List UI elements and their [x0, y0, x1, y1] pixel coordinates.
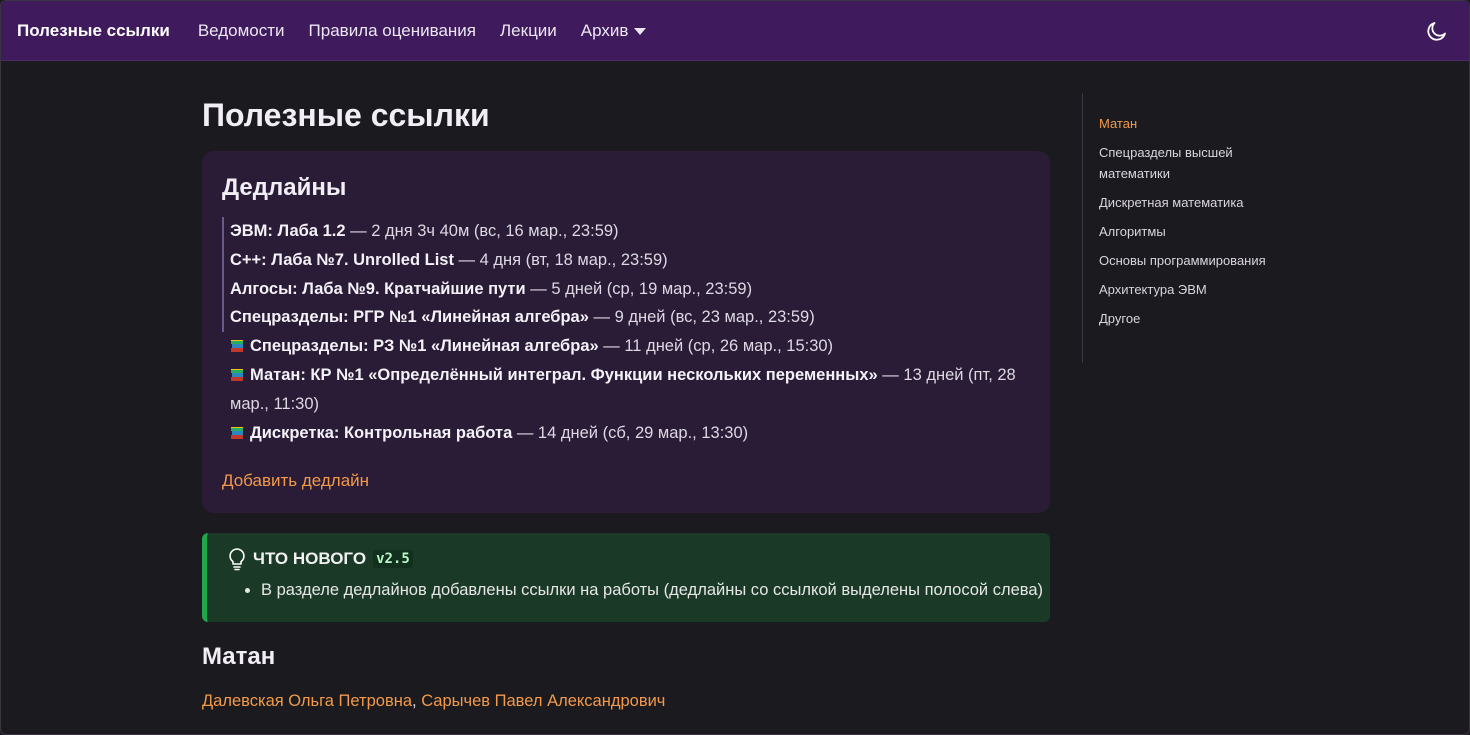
deadline-time: — 9 дней (вс, 23 мар., 23:59) — [588, 308, 815, 327]
teacher-link[interactable]: Далевская Ольга Петровна — [202, 692, 412, 710]
deadline-time: — 4 дня (вт, 18 мар., 23:59) — [453, 250, 668, 269]
version-badge: v2.5 — [373, 550, 413, 568]
deadline-name[interactable]: Алгосы: Лаба №9. Кратчайшие пути — [230, 280, 526, 298]
table-of-contents: Матан Спецразделы высшей математики Диск… — [1082, 93, 1272, 363]
brand-link[interactable]: Полезные ссылки — [17, 21, 170, 41]
separator: , — [412, 692, 422, 710]
deadline-name: Спецразделы: РЗ №1 «Линейная алгебра» — [250, 337, 599, 356]
toc-item-other[interactable]: Другое — [1099, 308, 1272, 329]
deadline-item[interactable]: Спецразделы: РГР №1 «Линейная алгебра» —… — [222, 303, 1030, 333]
nav-link-lectures[interactable]: Лекции — [500, 21, 557, 41]
toc-item-computer-architecture[interactable]: Архитектура ЭВМ — [1099, 279, 1272, 300]
deadline-name[interactable]: C++: Лаба №7. Unrolled List — [230, 251, 454, 269]
deadline-item[interactable]: ЭВМ: Лаба 1.2 — 2 дня 3ч 40м (вс, 16 мар… — [222, 217, 1030, 246]
toc-item-discrete-math[interactable]: Дискретная математика — [1099, 192, 1272, 213]
section-title-matan: Матан — [202, 643, 276, 670]
toc-item-algorithms[interactable]: Алгоритмы — [1099, 221, 1272, 242]
deadlines-title: Дедлайны — [222, 174, 347, 201]
lightbulb-icon — [227, 547, 247, 571]
whats-new-header: ЧТО НОВОГО v2.5 — [227, 547, 1050, 571]
deadlines-card: Дедлайны ЭВМ: Лаба 1.2 — 2 дня 3ч 40м (в… — [202, 151, 1050, 513]
books-icon — [230, 334, 244, 353]
nav-dropdown-archive[interactable]: Архив — [581, 21, 647, 41]
deadline-item[interactable]: Алгосы: Лаба №9. Кратчайшие пути — 5 дне… — [222, 274, 1030, 304]
whats-new-callout: ЧТО НОВОГО v2.5 В разделе дедлайнов доба… — [202, 533, 1050, 622]
books-icon — [230, 363, 244, 381]
deadline-item: Матан: КР №1 «Определённый интеграл. Фун… — [222, 361, 1030, 419]
nav-link-grading-rules[interactable]: Правила оценивания — [309, 21, 476, 41]
page-title: Полезные ссылки — [202, 97, 490, 133]
moon-icon[interactable] — [1425, 19, 1449, 43]
caret-down-icon — [634, 28, 647, 35]
whats-new-title: ЧТО НОВОГО — [253, 549, 367, 568]
deadline-time: — 2 дня 3ч 40м (вс, 16 мар., 23:59) — [345, 222, 619, 240]
whats-new-list: В разделе дедлайнов добавлены ссылки на … — [227, 579, 1050, 601]
deadline-name[interactable]: Спецразделы: РГР №1 «Линейная алгебра» — [230, 308, 589, 326]
books-icon — [230, 421, 244, 439]
deadline-list: ЭВМ: Лаба 1.2 — 2 дня 3ч 40м (вс, 16 мар… — [222, 217, 1030, 447]
toc-item-programming-basics[interactable]: Основы программирования — [1099, 250, 1272, 271]
archive-label: Архив — [580, 20, 629, 40]
toc-item-matan[interactable]: Матан — [1099, 113, 1272, 134]
deadline-item: Спецразделы: РЗ №1 «Линейная алгебра» — … — [222, 332, 1030, 361]
deadline-time: — 5 дней (ср, 19 мар., 23:59) — [525, 279, 753, 298]
deadline-item: Дискретка: Контрольная работа — 14 дней … — [222, 419, 1030, 448]
add-deadline-link[interactable]: Добавить дедлайн — [222, 471, 369, 491]
deadline-name[interactable]: ЭВМ: Лаба 1.2 — [230, 222, 346, 240]
deadline-name: Матан: КР №1 «Определённый интеграл. Фун… — [250, 365, 878, 384]
teacher-link[interactable]: Сарычев Павел Александрович — [421, 692, 665, 710]
deadline-item[interactable]: C++: Лаба №7. Unrolled List — 4 дня (вт,… — [222, 245, 1030, 275]
nav-link-vedomosti[interactable]: Ведомости — [198, 21, 285, 41]
app-window: Полезные ссылки Ведомости Правила оценив… — [0, 0, 1470, 735]
deadline-time: — 14 дней (сб, 29 мар., 13:30) — [512, 423, 749, 442]
deadline-time: — 11 дней (ср, 26 мар., 15:30) — [598, 337, 834, 356]
deadline-name: Дискретка: Контрольная работа — [250, 423, 513, 442]
top-navbar: Полезные ссылки Ведомости Правила оценив… — [1, 1, 1469, 61]
list-item: В разделе дедлайнов добавлены ссылки на … — [261, 579, 1050, 601]
matan-teachers: Далевская Ольга Петровна, Сарычев Павел … — [202, 692, 1050, 711]
toc-item-special-math[interactable]: Спецразделы высшей математики — [1099, 142, 1272, 184]
main-content: Полезные ссылки Дедлайны ЭВМ: Лаба 1.2 —… — [202, 61, 1050, 711]
